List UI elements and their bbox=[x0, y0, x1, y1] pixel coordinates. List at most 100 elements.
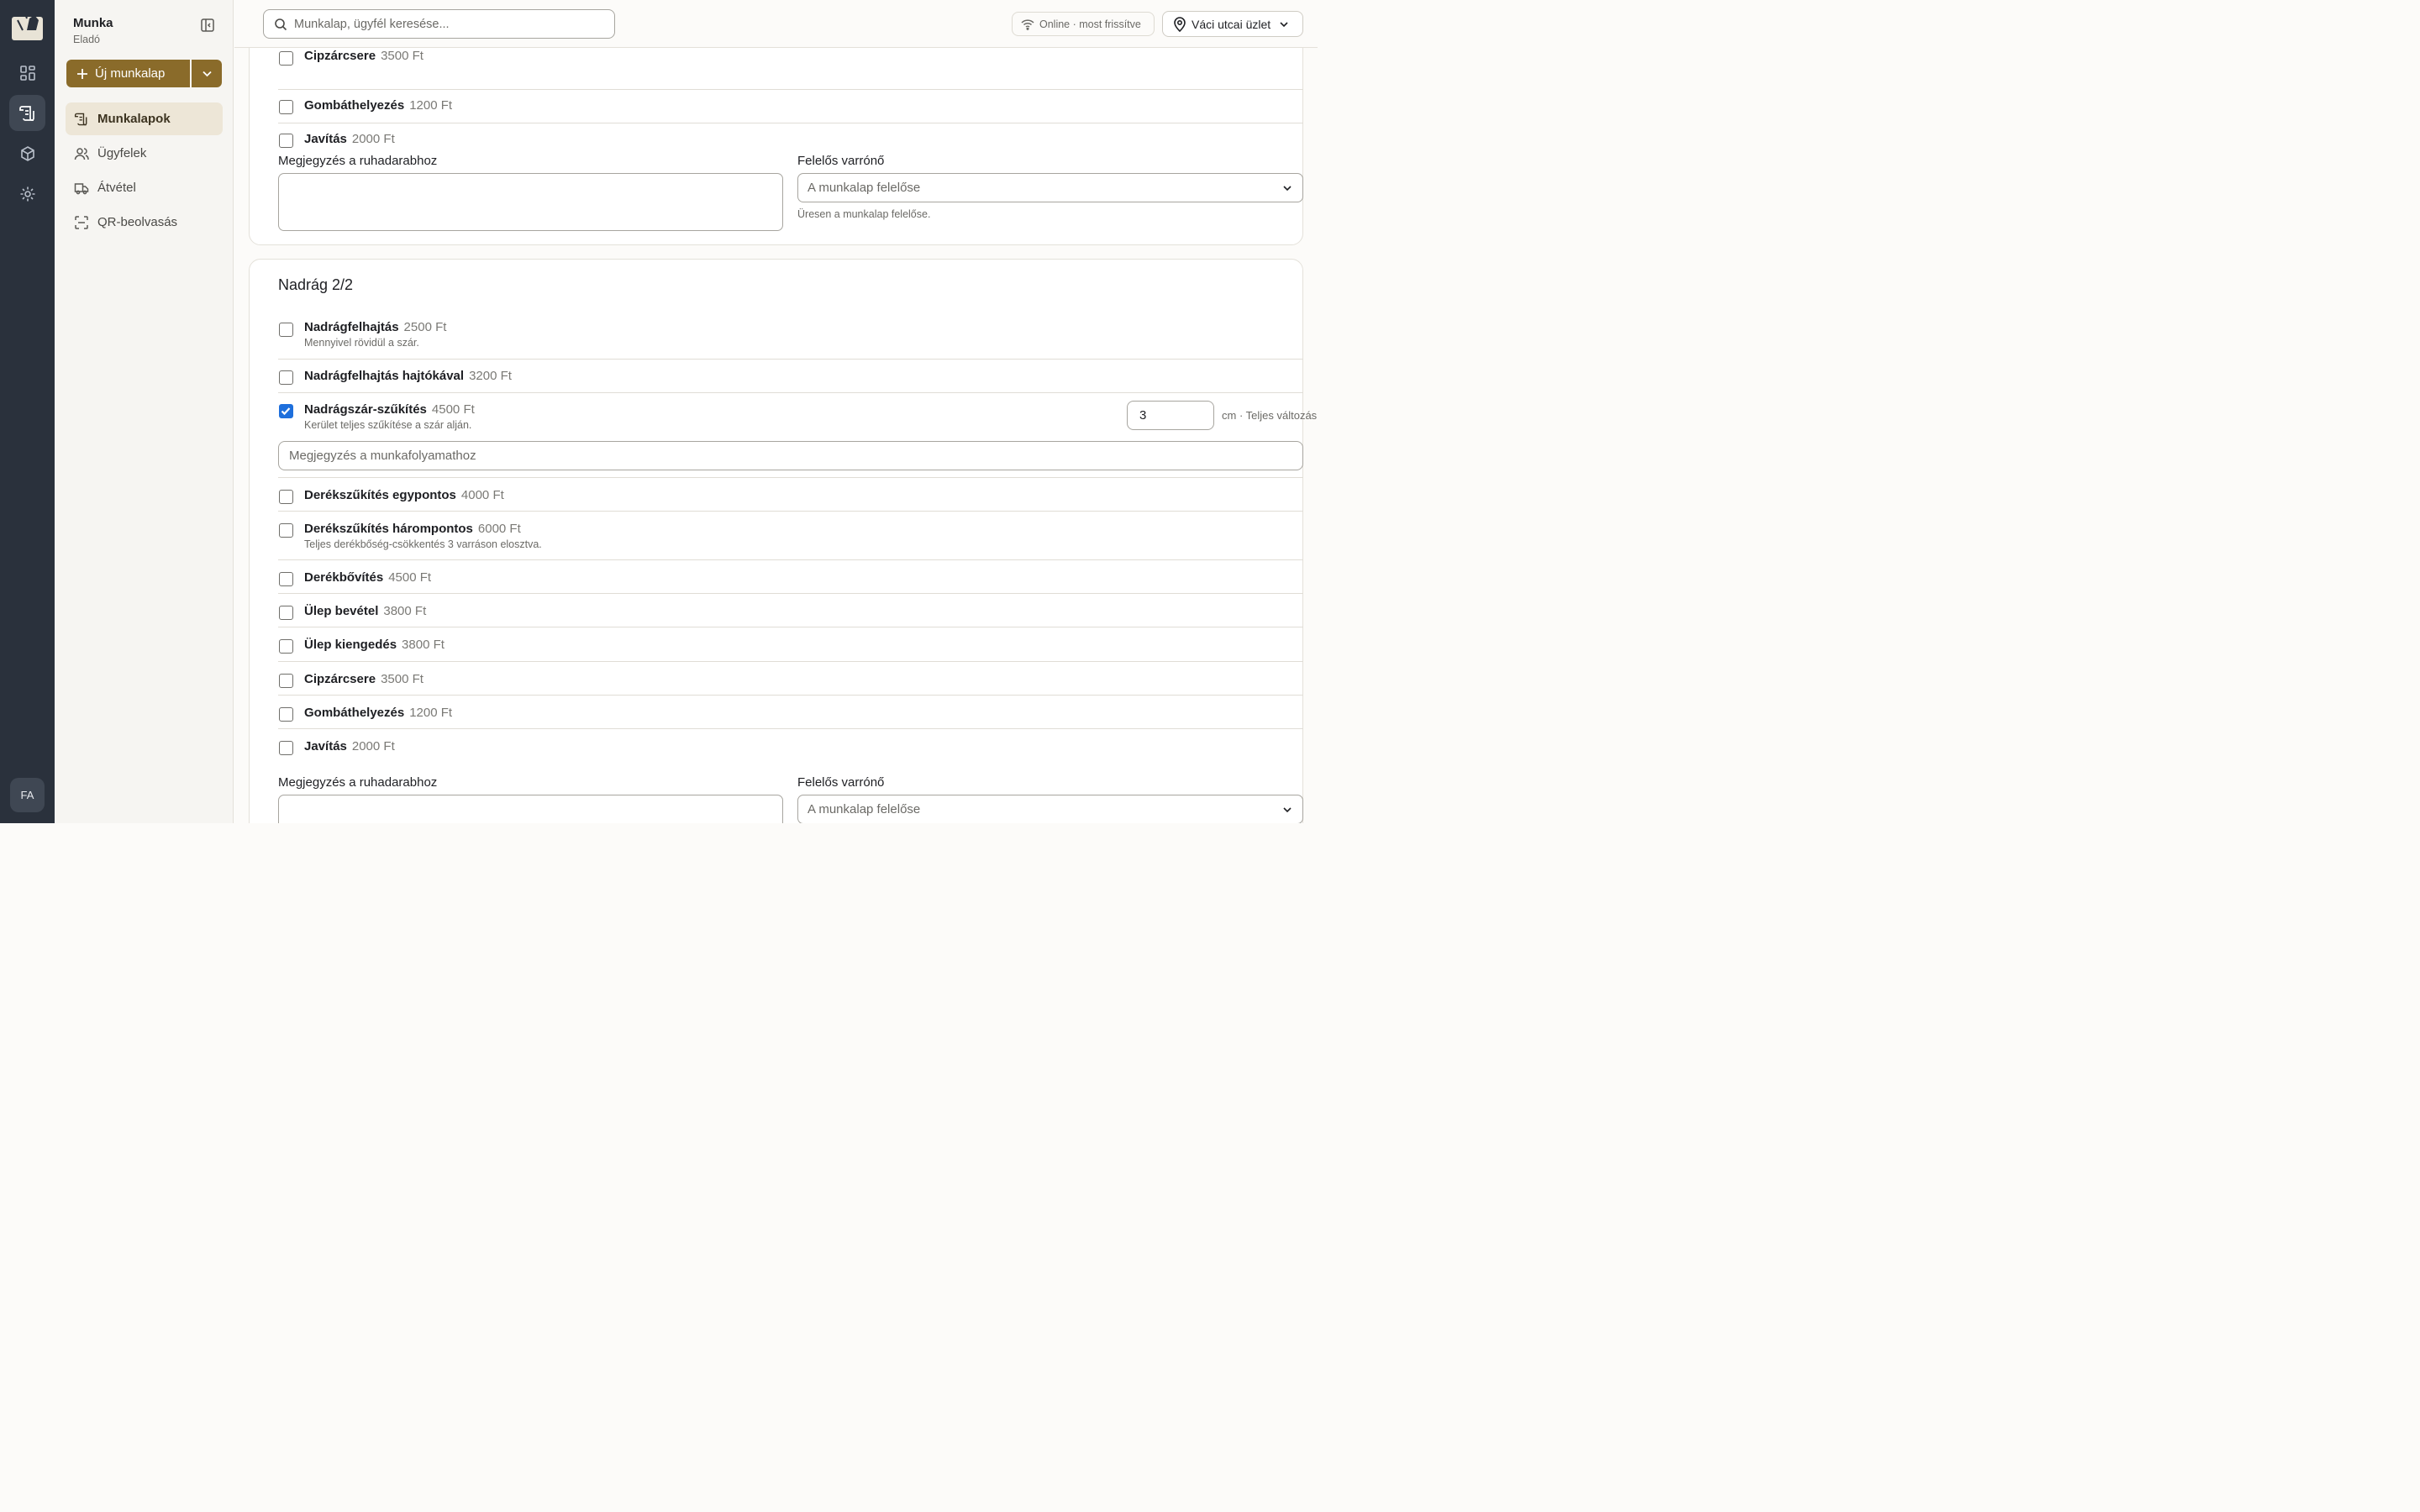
qr-scan-icon bbox=[75, 215, 88, 229]
tailor-select[interactable]: A munkalap felelőse bbox=[797, 173, 1303, 202]
service-checkbox[interactable] bbox=[279, 134, 293, 148]
service-name: Nadrágszár-szűkítés 4500 Ft bbox=[304, 402, 475, 417]
service-row[interactable]: Gombáthelyezés 1200 Ft bbox=[278, 90, 1303, 123]
app-logo-icon[interactable] bbox=[11, 12, 44, 42]
plus-icon bbox=[77, 68, 87, 79]
main-content[interactable]: Cipzárcsere 3500 Ft Gombáthelyezés 1200 Ft… bbox=[234, 48, 1318, 823]
service-name: Nadrágfelhajtás hajtókával 3200 Ft bbox=[304, 369, 512, 383]
service-row[interactable]: Gombáthelyezés 1200 Ft bbox=[278, 696, 1303, 729]
service-row[interactable]: Javítás 2000 Ft bbox=[278, 729, 1303, 763]
service-checkbox[interactable] bbox=[279, 51, 293, 66]
service-price: 1200 Ft bbox=[409, 706, 453, 720]
service-price: 3500 Ft bbox=[381, 49, 424, 63]
rail-worksheets[interactable] bbox=[9, 95, 45, 131]
user-avatar[interactable]: FA bbox=[10, 778, 45, 812]
service-description: Teljes derékbőség-csökkentés 3 varráson … bbox=[304, 538, 542, 550]
sidebar-item-pickup[interactable]: Átvétel bbox=[66, 171, 223, 204]
service-name: Derékszűkítés egypontos 4000 Ft bbox=[304, 488, 504, 502]
service-checkbox[interactable] bbox=[279, 707, 293, 722]
service-row[interactable]: Derékszűkítés egypontos 4000 Ft bbox=[278, 478, 1303, 512]
chevron-down-icon bbox=[1280, 21, 1288, 27]
service-name: Derékszűkítés hárompontos 6000 Ft bbox=[304, 522, 521, 536]
new-worksheet-dropdown[interactable] bbox=[192, 60, 222, 87]
app-rail: FA bbox=[0, 0, 55, 823]
service-checkbox-checked[interactable] bbox=[279, 404, 293, 418]
chevron-down-icon bbox=[202, 71, 212, 77]
rail-products[interactable] bbox=[9, 135, 45, 171]
service-checkbox[interactable] bbox=[279, 523, 293, 538]
garment-title: Nadrág 2/2 bbox=[278, 276, 354, 293]
service-name: Cipzárcsere 3500 Ft bbox=[304, 49, 424, 63]
service-description: Mennyivel rövidül a szár. bbox=[304, 337, 419, 349]
sidebar: Munka Eladó Új munkalap Munkalapok Ügyfe… bbox=[55, 0, 234, 823]
map-pin-icon bbox=[1174, 16, 1186, 32]
gear-icon bbox=[20, 186, 34, 201]
service-name: Nadrágfelhajtás 2500 Ft bbox=[304, 320, 447, 334]
garment-note-textarea[interactable] bbox=[278, 795, 783, 823]
service-checkbox[interactable] bbox=[279, 572, 293, 586]
search-input[interactable]: Munkalap, ügyfél keresése... bbox=[263, 9, 615, 39]
tailor-label: Felelős varrónő bbox=[797, 154, 885, 168]
service-row[interactable]: Nadrágfelhajtás 2500 Ft Mennyivel rövidül… bbox=[278, 318, 1303, 360]
service-description: Kerület teljes szűkítése a szár alján. bbox=[304, 419, 472, 431]
service-price: 3800 Ft bbox=[383, 604, 427, 618]
service-price: 3200 Ft bbox=[469, 369, 512, 383]
tailor-select[interactable]: A munkalap felelőse bbox=[797, 795, 1303, 823]
service-name: Gombáthelyezés 1200 Ft bbox=[304, 98, 453, 113]
sidebar-item-qr-scan[interactable]: QR-beolvasás bbox=[66, 206, 223, 239]
service-row[interactable]: Cipzárcsere 3500 Ft bbox=[278, 49, 1303, 90]
rail-dashboard[interactable] bbox=[9, 55, 45, 91]
sidebar-item-label: Átvétel bbox=[97, 181, 136, 195]
service-checkbox[interactable] bbox=[279, 639, 293, 654]
service-row[interactable]: Javítás 2000 Ft bbox=[278, 123, 1303, 157]
service-name: Javítás 2000 Ft bbox=[304, 739, 395, 753]
service-name: Gombáthelyezés 1200 Ft bbox=[304, 706, 453, 720]
service-checkbox[interactable] bbox=[279, 741, 293, 755]
chevron-down-icon bbox=[1283, 185, 1292, 191]
check-icon bbox=[281, 407, 291, 416]
workflow-note-placeholder: Megjegyzés a munkafolyamathoz bbox=[289, 449, 476, 463]
store-selector[interactable]: Váci utcai üzlet bbox=[1162, 11, 1303, 37]
service-row[interactable]: Derékszűkítés hárompontos 6000 Ft Teljes … bbox=[278, 512, 1303, 560]
garment-note-label: Megjegyzés a ruhadarabhoz bbox=[278, 775, 438, 790]
service-price: 3500 Ft bbox=[381, 672, 424, 686]
garment-card-1: Cipzárcsere 3500 Ft Gombáthelyezés 1200 Ft… bbox=[249, 48, 1303, 245]
collapse-sidebar-icon[interactable] bbox=[200, 18, 215, 33]
service-row[interactable]: Nadrágfelhajtás hajtókával 3200 Ft bbox=[278, 360, 1303, 393]
search-icon bbox=[275, 18, 287, 30]
tailor-select-value: A munkalap felelőse bbox=[808, 181, 921, 195]
new-worksheet-label: Új munkalap bbox=[95, 66, 166, 81]
sidebar-item-customers[interactable]: Ügyfelek bbox=[66, 137, 223, 170]
service-row[interactable]: Derékbővítés 4500 Ft bbox=[278, 560, 1303, 594]
service-checkbox[interactable] bbox=[279, 100, 293, 114]
rail-settings[interactable] bbox=[9, 176, 45, 212]
garment-note-textarea[interactable] bbox=[278, 173, 783, 231]
chevron-down-icon bbox=[1283, 806, 1292, 812]
wifi-icon bbox=[1021, 18, 1034, 30]
service-checkbox[interactable] bbox=[279, 490, 293, 504]
service-checkbox[interactable] bbox=[279, 323, 293, 337]
service-row[interactable]: Cipzárcsere 3500 Ft bbox=[278, 662, 1303, 696]
measurement-input[interactable]: 3 bbox=[1127, 401, 1214, 430]
service-checkbox[interactable] bbox=[279, 606, 293, 620]
new-worksheet-button[interactable]: Új munkalap bbox=[66, 60, 190, 87]
service-price: 4500 Ft bbox=[431, 402, 475, 417]
service-row[interactable]: Ülep bevétel 3800 Ft bbox=[278, 594, 1303, 627]
service-checkbox[interactable] bbox=[279, 370, 293, 385]
sidebar-role: Eladó bbox=[73, 34, 100, 45]
service-price: 4000 Ft bbox=[460, 488, 504, 502]
service-checkbox[interactable] bbox=[279, 674, 293, 688]
box-icon bbox=[20, 145, 34, 161]
service-name: Ülep kiengedés 3800 Ft bbox=[304, 638, 445, 652]
service-name: Javítás 2000 Ft bbox=[304, 132, 395, 146]
garment-card-2: Nadrág 2/2 Nadrágfelhajtás 2500 Ft Mennyi… bbox=[249, 259, 1317, 823]
measurement-unit: cm · Teljes változás bbox=[1222, 409, 1318, 422]
service-row[interactable]: Ülep kiengedés 3800 Ft bbox=[278, 627, 1303, 662]
top-bar: Munkalap, ügyfél keresése... Online · mo… bbox=[234, 0, 1318, 48]
workflow-note-input[interactable]: Megjegyzés a munkafolyamathoz bbox=[278, 441, 1303, 470]
service-price: 4500 Ft bbox=[388, 570, 432, 585]
service-price: 2000 Ft bbox=[351, 739, 395, 753]
sidebar-item-worksheets[interactable]: Munkalapok bbox=[66, 102, 223, 135]
worksheet-icon bbox=[18, 105, 34, 121]
sidebar-item-label: Munkalapok bbox=[97, 112, 171, 126]
